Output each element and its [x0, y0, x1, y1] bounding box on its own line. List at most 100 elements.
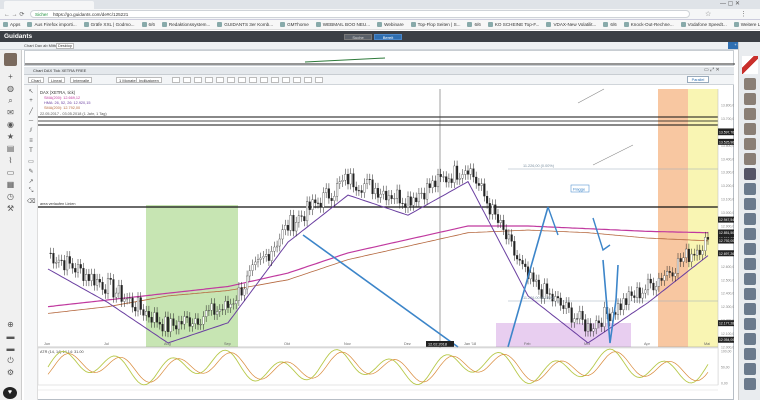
bookmark-item[interactable]: Top-Flop Seiten | S...: [410, 22, 460, 27]
tool-button[interactable]: [293, 77, 301, 83]
oscillator-panel[interactable]: [38, 347, 719, 386]
line-icon[interactable]: ╱: [27, 108, 35, 115]
tool-button[interactable]: [205, 77, 213, 83]
avatar[interactable]: [744, 333, 756, 345]
avatar[interactable]: [744, 378, 756, 390]
trend-icon[interactable]: ⌇: [5, 156, 16, 165]
tool-button[interactable]: [194, 77, 202, 83]
window-buttons[interactable]: ▭ ⤢ ✕: [704, 67, 720, 73]
avatar[interactable]: [744, 258, 756, 270]
avatar[interactable]: [744, 153, 756, 165]
bookmark-item[interactable]: GMThome: [280, 22, 309, 27]
star-icon[interactable]: ☆: [705, 10, 711, 18]
tools-icon[interactable]: ⚒: [5, 204, 16, 213]
tool-button[interactable]: [282, 77, 290, 83]
browser-tab[interactable]: [4, 1, 94, 9]
bookmark-item[interactable]: Redaktionssystem...: [161, 22, 210, 27]
window-controls[interactable]: — ▢ ✕: [720, 0, 740, 7]
tool-button[interactable]: [216, 77, 224, 83]
tool-button[interactable]: [315, 77, 323, 83]
text-icon[interactable]: T: [27, 148, 35, 155]
avatar[interactable]: [744, 243, 756, 255]
bookmark-item[interactable]: 6/6: [141, 22, 155, 27]
toolbar-chart-button[interactable]: Chart: [28, 77, 44, 83]
avatar[interactable]: [744, 228, 756, 240]
toolbar-lineal-button[interactable]: Lineal: [48, 77, 65, 83]
eye-icon[interactable]: ◉: [5, 120, 16, 129]
channel-icon[interactable]: ⫽: [27, 128, 35, 135]
nav-buttons[interactable]: ← → ⟳: [4, 11, 24, 18]
trash-icon[interactable]: ⌫: [27, 198, 35, 205]
bookmark-item[interactable]: Vodafone Speedt...: [680, 22, 727, 27]
heart-icon[interactable]: ♥: [3, 387, 17, 399]
bookmark-item[interactable]: VDAX-New Volatilit...: [546, 22, 596, 27]
hline-icon[interactable]: ─: [27, 118, 35, 125]
table-icon[interactable]: ▦: [5, 180, 16, 189]
chat-icon[interactable]: ✉: [5, 108, 16, 117]
power-icon[interactable]: ⏻: [5, 356, 16, 365]
bookmark-item[interactable]: 6/6: [603, 22, 617, 27]
settings-icon[interactable]: ⚙: [5, 368, 16, 377]
tool-button[interactable]: [227, 77, 235, 83]
avatar[interactable]: [744, 123, 756, 135]
user-avatar[interactable]: [4, 53, 17, 66]
folder2-icon[interactable]: ▬: [5, 344, 16, 353]
tool-button[interactable]: [183, 77, 191, 83]
bookmark-item[interactable]: Knock-Out-Rechne...: [623, 22, 674, 27]
price-chart[interactable]: DAX (XETRA, tick) SMA(200): 12.669,12 HM…: [38, 85, 734, 400]
url-field[interactable]: Sicher https://go.guidants.com/de#c/1252…: [30, 10, 690, 18]
folder-icon[interactable]: ▬: [5, 332, 16, 341]
arrow-line[interactable]: [577, 88, 605, 104]
tab-suche[interactable]: Suche: [344, 34, 372, 40]
avatar[interactable]: [744, 303, 756, 315]
add-icon[interactable]: +: [5, 72, 16, 81]
toolbar-indicators-button[interactable]: Indikatoren: [136, 77, 162, 83]
arrow-line[interactable]: [592, 144, 634, 166]
tool-button[interactable]: [249, 77, 257, 83]
avatar[interactable]: [744, 213, 756, 225]
avatar[interactable]: [744, 93, 756, 105]
measure-icon[interactable]: ⤡: [27, 188, 35, 195]
pencil-icon[interactable]: ✎: [27, 168, 35, 175]
avatar[interactable]: [744, 348, 756, 360]
crosshair-icon[interactable]: +: [27, 98, 35, 105]
guidants-logo[interactable]: Guidants: [4, 33, 32, 40]
avatar[interactable]: [744, 288, 756, 300]
bookmark-item[interactable]: Apps: [3, 22, 20, 27]
bookmark-item[interactable]: KO SCHEINE Top-F...: [487, 22, 539, 27]
tool-button[interactable]: [260, 77, 268, 83]
bookmark-item[interactable]: Gräfe XXL | Godmo...: [83, 22, 135, 27]
desktop-button[interactable]: Desktop: [56, 43, 74, 49]
avatar[interactable]: [744, 363, 756, 375]
avatar[interactable]: [744, 168, 756, 180]
chart-icon[interactable]: ▤: [5, 144, 16, 153]
parallel-button[interactable]: Parallel: [687, 76, 709, 83]
bookmark-item[interactable]: GUIDANTS 3er Komb...: [217, 22, 273, 27]
search-icon[interactable]: ⌕: [5, 96, 16, 105]
cursor-icon[interactable]: ↖: [27, 88, 35, 95]
fibonacci-icon[interactable]: ≡: [27, 138, 35, 145]
bookmark-item[interactable]: Aus Firefox importi...: [27, 22, 77, 27]
menu-icon[interactable]: ⋮: [740, 10, 747, 18]
tool-button[interactable]: [271, 77, 279, 83]
bookmark-item[interactable]: WEBMAIL BOO NEU...: [315, 22, 370, 27]
arrow-icon[interactable]: ↗: [27, 178, 35, 185]
avatar[interactable]: [744, 183, 756, 195]
tool-button[interactable]: [172, 77, 180, 83]
clock-icon[interactable]: ◷: [5, 192, 16, 201]
tool-button[interactable]: [304, 77, 312, 83]
toolbar-intervalle-button[interactable]: Intervalle: [70, 77, 93, 83]
star-icon[interactable]: ★: [5, 132, 16, 141]
avatar[interactable]: [744, 78, 756, 90]
bookmark-item[interactable]: 6/6: [467, 22, 481, 27]
avatar[interactable]: [744, 108, 756, 120]
document-icon[interactable]: ▭: [5, 168, 16, 177]
avatar[interactable]: [744, 138, 756, 150]
background-chart-window[interactable]: [24, 50, 735, 66]
avatar[interactable]: [744, 273, 756, 285]
globe-icon[interactable]: ◍: [5, 84, 16, 93]
bookmark-item[interactable]: Weitere Lesezeichen: [733, 22, 760, 27]
avatar[interactable]: [744, 318, 756, 330]
notification-stripe-icon[interactable]: [742, 56, 758, 74]
avatar[interactable]: [744, 198, 756, 210]
